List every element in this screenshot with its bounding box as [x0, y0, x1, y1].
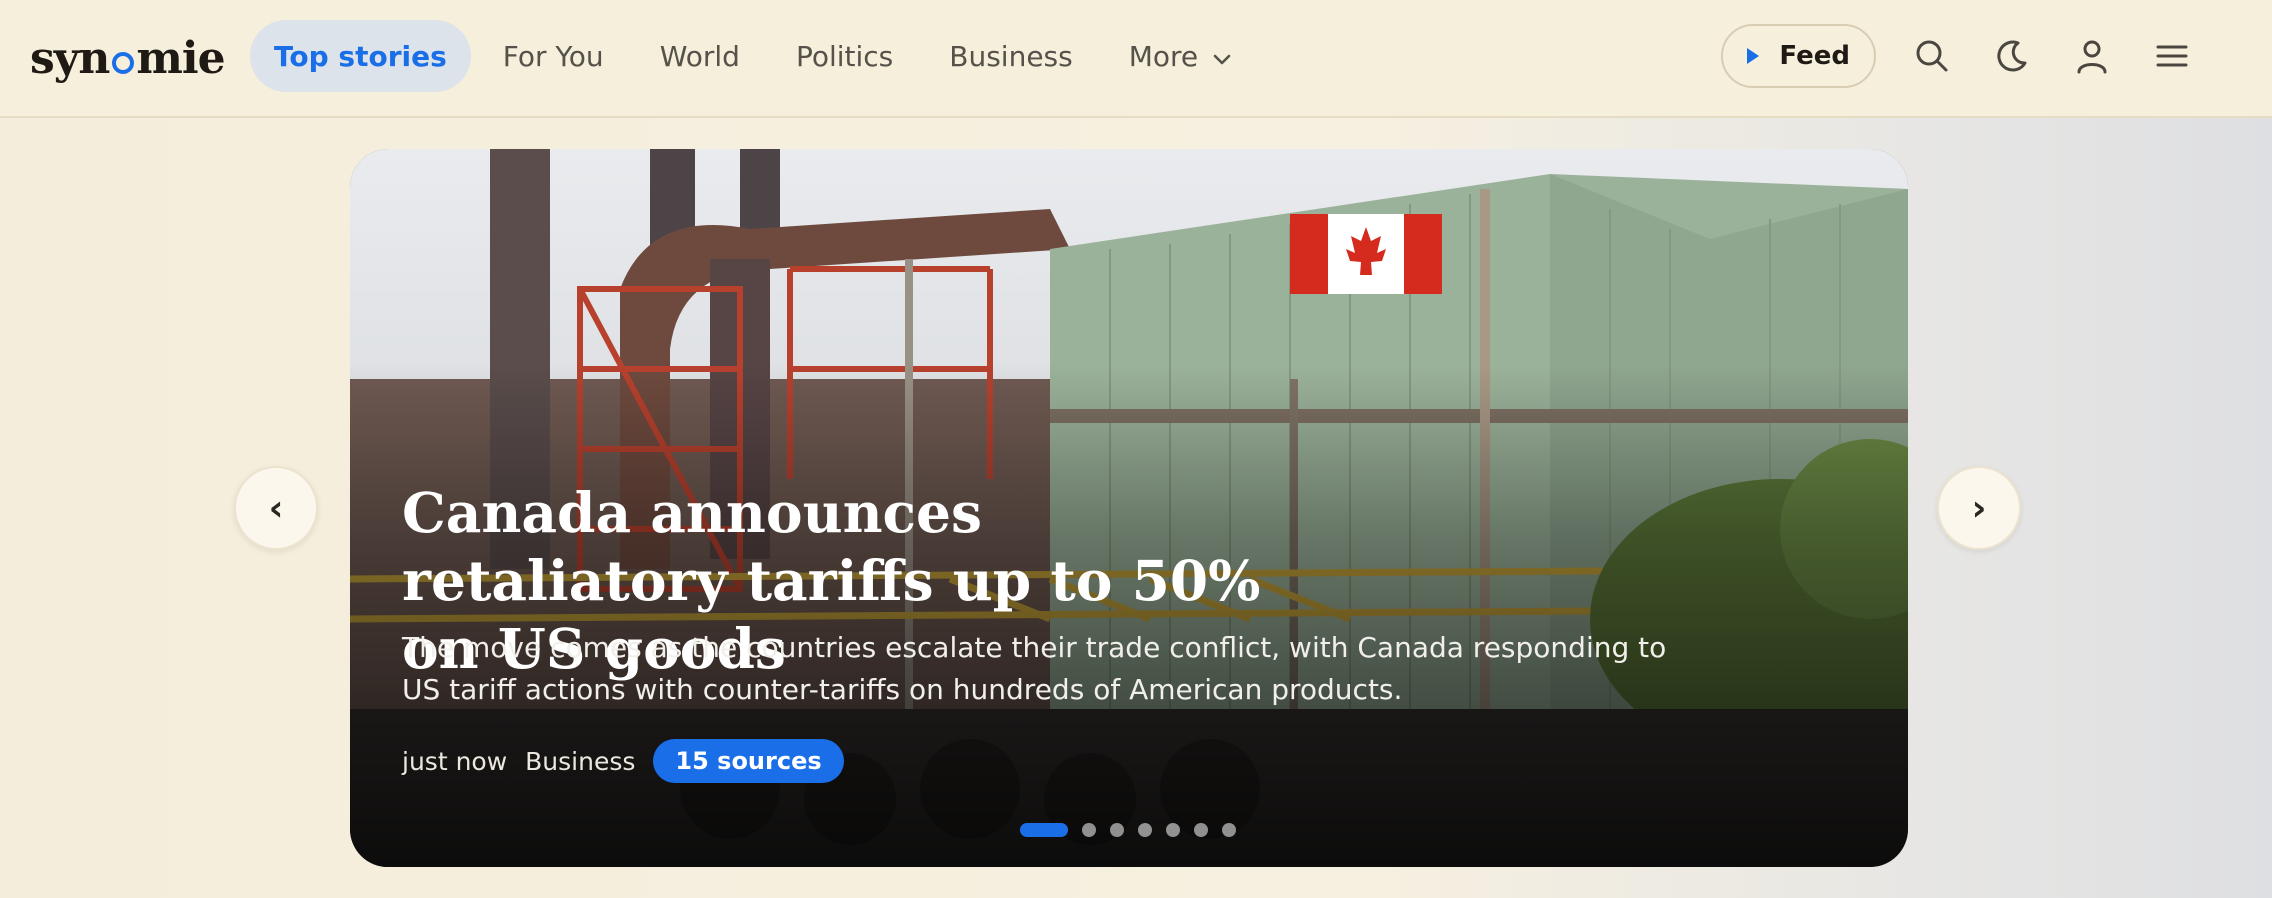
- chevron-down-icon: [1212, 40, 1232, 73]
- nav-more-label: More: [1128, 39, 1199, 73]
- carousel-prev-button[interactable]: ‹: [234, 466, 318, 550]
- header-tools: Feed: [1721, 24, 2212, 88]
- carousel-dot-7[interactable]: [1222, 823, 1236, 837]
- logo[interactable]: syn mie: [30, 28, 226, 88]
- moon-icon: [1997, 40, 2027, 72]
- carousel-dot-4[interactable]: [1138, 823, 1152, 837]
- nav-for-you[interactable]: For You: [479, 20, 628, 92]
- story-summary: The move comes as the countries escalate…: [402, 631, 1667, 706]
- play-icon: [1747, 48, 1760, 64]
- nav-top-stories[interactable]: Top stories: [250, 20, 471, 92]
- nav-politics[interactable]: Politics: [772, 20, 917, 92]
- nav-business[interactable]: Business: [925, 20, 1096, 92]
- carousel-dot-2[interactable]: [1082, 823, 1096, 837]
- search-icon: [1916, 40, 1948, 72]
- carousel-dot-6[interactable]: [1194, 823, 1208, 837]
- menu-button[interactable]: [2132, 24, 2212, 88]
- site-header: syn mie Top stories For You World Politic…: [0, 0, 2272, 118]
- carousel-dot-1[interactable]: [1020, 823, 1068, 837]
- feed-button[interactable]: Feed: [1721, 24, 1876, 88]
- nav-world[interactable]: World: [636, 20, 764, 92]
- carousel-dot-3[interactable]: [1110, 823, 1124, 837]
- user-icon: [2077, 40, 2107, 74]
- carousel-dots: [1020, 823, 1250, 837]
- carousel-dot-5[interactable]: [1166, 823, 1180, 837]
- story-meta: just now Business 15 sources: [402, 739, 862, 783]
- search-button[interactable]: [1892, 24, 1972, 88]
- logo-suffix: mie: [136, 32, 225, 84]
- account-button[interactable]: [2052, 24, 2132, 88]
- logo-prefix: syn: [30, 32, 110, 84]
- story-category[interactable]: Business: [525, 747, 635, 776]
- main-nav: Top stories For You World Politics Busin…: [250, 20, 1264, 92]
- theme-toggle-button[interactable]: [1972, 24, 2052, 88]
- logo-circle-icon: [112, 52, 135, 74]
- hero-story-card[interactable]: Canada announces retaliatory tariffs up …: [350, 149, 1908, 867]
- carousel-next-button[interactable]: ›: [1937, 466, 2021, 550]
- feed-label: Feed: [1779, 41, 1850, 71]
- menu-icon: [2156, 45, 2188, 67]
- story-time: just now: [402, 746, 508, 776]
- sources-badge[interactable]: 15 sources: [653, 739, 844, 783]
- nav-more[interactable]: More: [1105, 20, 1256, 92]
